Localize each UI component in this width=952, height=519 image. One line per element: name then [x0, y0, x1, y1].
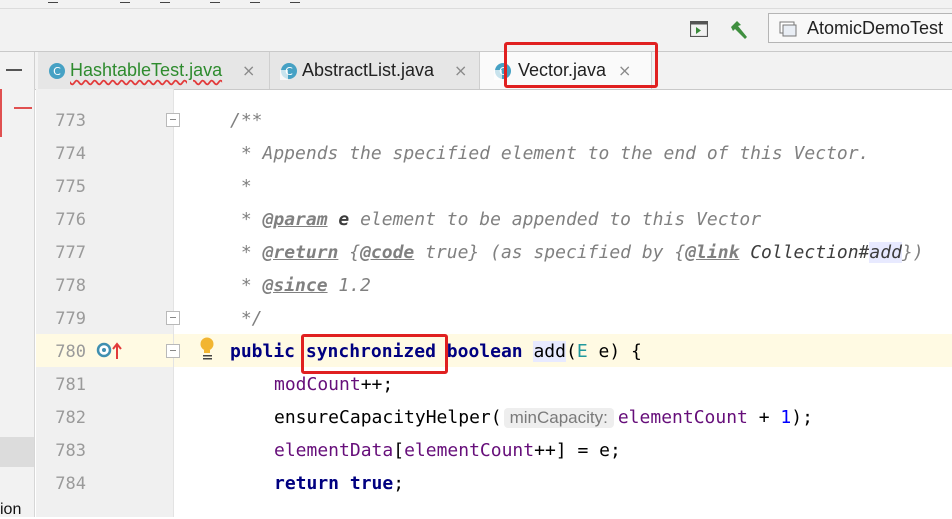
link-target: Collection#: [739, 242, 870, 263]
link-member[interactable]: add: [869, 242, 902, 263]
run-configuration-selector[interactable]: AtomicDemoTest: [768, 13, 952, 43]
svg-text:C: C: [53, 65, 61, 78]
javadoc-tag: @param: [262, 209, 328, 230]
collapse-panel-icon[interactable]: [6, 69, 22, 71]
tab-label: AbstractList.java: [302, 60, 435, 80]
field-ref: modCount: [274, 374, 361, 395]
line-number: 773: [55, 111, 86, 131]
code-text: ensureCapacityHelper(: [274, 407, 502, 428]
menu-bar-residue: [0, 0, 952, 9]
line-number: 775: [55, 177, 86, 197]
close-icon[interactable]: ×: [454, 61, 467, 80]
override-method-icon[interactable]: [96, 341, 126, 361]
close-icon[interactable]: ×: [242, 61, 255, 80]
comment-text: {: [338, 242, 361, 263]
field-ref: elementData: [274, 440, 394, 461]
tab-abstractlist[interactable]: C AbstractList.java ×: [270, 52, 480, 89]
change-marker: [14, 107, 32, 109]
code-text: ++] = e;: [534, 440, 621, 461]
javadoc-tag: @link: [685, 242, 740, 263]
line-number: 777: [55, 243, 86, 263]
keyword: return: [274, 473, 340, 494]
field-ref: elementCount: [617, 407, 748, 428]
code-line-777: * @return {@code true} (as specified by …: [230, 242, 924, 263]
editor-tab-bar: C HashtableTest.java × C AbstractList.ja…: [0, 52, 952, 90]
annotation-highlight-synchronized: [301, 334, 448, 374]
comment-text: *: [230, 209, 263, 230]
intention-bulb-icon[interactable]: [198, 336, 216, 360]
run-config-icon: [779, 21, 797, 37]
gutter-divider: [173, 89, 174, 517]
code-text: e) {: [587, 341, 642, 362]
annotation-highlight-tab: [504, 42, 658, 88]
line-number: 774: [55, 144, 86, 164]
line-number: 782: [55, 408, 86, 428]
fold-icon[interactable]: [166, 113, 180, 127]
code-text: +: [747, 407, 781, 428]
keyword: public: [230, 341, 296, 362]
code-text: [: [393, 440, 405, 461]
param-name: e: [327, 209, 350, 230]
javadoc-tag: @return: [262, 242, 339, 263]
code-line-774: * Appends the specified element to the e…: [230, 143, 870, 164]
line-number: 779: [55, 309, 86, 329]
line-number: 776: [55, 210, 86, 230]
javadoc-tag: @code: [360, 242, 415, 263]
number-literal: 1: [780, 407, 792, 428]
fold-icon[interactable]: [166, 311, 180, 325]
javadoc-tag: @since: [262, 275, 328, 296]
change-marker: [0, 89, 2, 137]
comment-text: element to be appended to this Vector: [349, 209, 762, 230]
run-window-icon[interactable]: [690, 21, 708, 37]
code-line-778: * @since 1.2: [230, 275, 371, 296]
code-line-779: */: [230, 308, 263, 329]
code-text: );: [791, 407, 813, 428]
comment-text: 1.2: [327, 275, 371, 296]
selected-tree-item[interactable]: [0, 437, 34, 467]
divider: [34, 52, 35, 89]
code-line-775: *: [230, 176, 252, 197]
parameter-hint: minCapacity:: [503, 408, 614, 428]
run-config-label: AtomicDemoTest: [807, 18, 944, 38]
comment-text: *: [230, 275, 263, 296]
line-number: 781: [55, 375, 86, 395]
class-file-icon: C: [49, 63, 65, 79]
project-panel-strip[interactable]: ion: [0, 89, 35, 518]
code-line-781: modCount++;: [274, 374, 393, 395]
code-text: ;: [393, 473, 405, 494]
code-text: ++;: [360, 374, 394, 395]
code-line-784: return true;: [274, 473, 404, 494]
comment-text: true} (as specified by {: [414, 242, 686, 263]
tab-label: HashtableTest.java: [70, 60, 223, 80]
keyword: boolean: [446, 341, 523, 362]
code-line-783: elementData[elementCount++] = e;: [274, 440, 621, 461]
method-name[interactable]: add: [533, 341, 566, 362]
main-toolbar: AtomicDemoTest: [0, 9, 952, 52]
code-line-773: /**: [230, 110, 263, 131]
keyword: true: [349, 473, 394, 494]
code-text: (: [565, 341, 577, 362]
code-line-782: ensureCapacityHelper(minCapacity: element…: [274, 407, 813, 428]
class-file-icon: C: [280, 63, 297, 80]
field-ref: elementCount: [404, 440, 535, 461]
tree-item-label: ion: [0, 501, 22, 518]
tab-hashtabletest[interactable]: C HashtableTest.java ×: [38, 52, 270, 89]
comment-text: }): [901, 242, 924, 263]
line-number: 780: [55, 342, 86, 362]
line-number: 784: [55, 474, 86, 494]
comment-text: *: [230, 242, 263, 263]
fold-icon[interactable]: [166, 344, 180, 358]
code-line-776: * @param e element to be appended to thi…: [230, 209, 761, 230]
build-hammer-icon[interactable]: [728, 19, 750, 41]
type-param: E: [576, 341, 588, 362]
line-number: 778: [55, 276, 86, 296]
line-number: 783: [55, 441, 86, 461]
